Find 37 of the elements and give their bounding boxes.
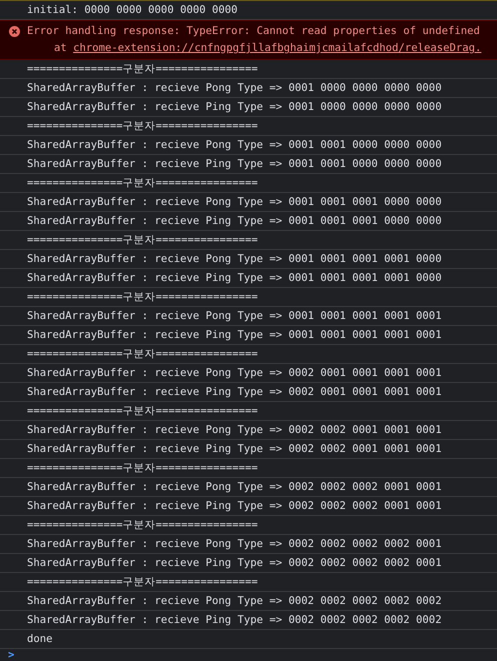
log-message: ===============구분자================: [27, 519, 258, 531]
log-message: SharedArrayBuffer : recieve Ping Type => 0002 0002 0002 0002 0001: [27, 557, 442, 569]
log-message: ===============구분자================: [27, 291, 258, 303]
stack-link[interactable]: chrome-extension://cnfngpgfjllafbghaimjcmailafcdhod/releaseDrag.: [73, 40, 482, 57]
log-message: ===============구분자================: [27, 120, 258, 132]
log-message: done: [27, 633, 53, 645]
log-message: ===============구분자================: [27, 576, 258, 588]
log-message: SharedArrayBuffer : recieve Pong Type => 0002 0002 0002 0002 0002: [27, 595, 442, 607]
log-message: SharedArrayBuffer : recieve Pong Type => 0001 0001 0001 0001 0001: [27, 310, 442, 322]
log-message: SharedArrayBuffer : recieve Pong Type => 0001 0001 0001 0000 0000: [27, 196, 442, 208]
log-message: SharedArrayBuffer : recieve Pong Type => 0002 0001 0001 0001 0001: [27, 367, 442, 379]
log-message: initial: 0000 0000 0000 0000 0000: [27, 4, 238, 16]
log-message: SharedArrayBuffer : recieve Ping Type => 0002 0002 0002 0001 0001: [27, 500, 442, 512]
log-message: SharedArrayBuffer : recieve Ping Type => 0001 0000 0000 0000 0000: [27, 101, 442, 113]
log-message: SharedArrayBuffer : recieve Ping Type => 0002 0002 0001 0001 0001: [27, 443, 442, 455]
log-message: ===============구분자================: [27, 63, 258, 75]
log-message: SharedArrayBuffer : recieve Pong Type => 0001 0000 0000 0000 0000: [27, 82, 442, 94]
prompt-caret[interactable]: >: [8, 649, 14, 661]
error-text: Error handling response: TypeError: Cannot read properties of undefined: [27, 24, 481, 39]
log-message: SharedArrayBuffer : recieve Ping Type => 0001 0001 0001 0001 0000: [27, 272, 442, 284]
log-message: SharedArrayBuffer : recieve Pong Type => 0001 0001 0001 0001 0000: [27, 253, 442, 265]
log-message: SharedArrayBuffer : recieve Ping Type => 0001 0001 0001 0001 0001: [27, 329, 442, 341]
log-message: SharedArrayBuffer : recieve Ping Type => 0002 0002 0002 0002 0002: [27, 614, 442, 626]
log-message: ===============구분자================: [27, 348, 258, 360]
log-message: SharedArrayBuffer : recieve Ping Type => 0001 0001 0000 0000 0000: [27, 158, 442, 170]
log-message: ===============구분자================: [27, 405, 258, 417]
log-message: SharedArrayBuffer : recieve Pong Type => 0002 0002 0002 0002 0001: [27, 538, 442, 550]
log-message: ===============구분자================: [27, 234, 258, 246]
log-message: SharedArrayBuffer : recieve Ping Type => 0001 0001 0001 0000 0000: [27, 215, 442, 227]
log-message: ===============구분자================: [27, 462, 258, 474]
log-message: ===============구분자================: [27, 177, 258, 189]
log-message: SharedArrayBuffer : recieve Ping Type => 0002 0001 0001 0001 0001: [27, 386, 442, 398]
log-message: SharedArrayBuffer : recieve Pong Type => 0002 0002 0001 0001 0001: [27, 424, 442, 436]
log-message: SharedArrayBuffer : recieve Pong Type => 0002 0002 0002 0001 0001: [27, 481, 442, 493]
log-message: SharedArrayBuffer : recieve Pong Type => 0001 0001 0000 0000 0000: [27, 139, 442, 151]
stack-prefix: at: [54, 41, 67, 56]
error-icon: [9, 26, 20, 37]
